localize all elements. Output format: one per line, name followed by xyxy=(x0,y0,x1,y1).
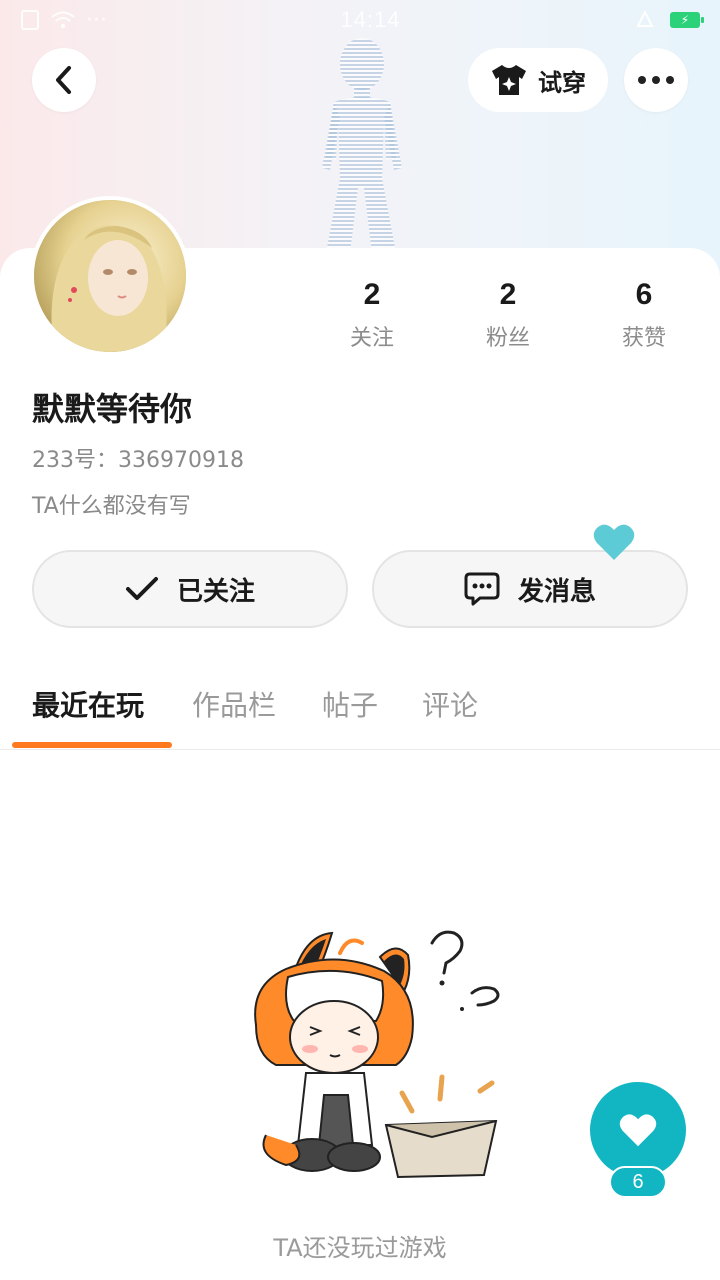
tab-comments[interactable]: 评论 xyxy=(422,684,478,724)
profile-stats: 2 关注 2 粉丝 6 获赞 xyxy=(304,278,712,352)
try-on-button[interactable]: 试穿 xyxy=(468,48,608,112)
more-button[interactable] xyxy=(624,48,688,112)
empty-state-illustration xyxy=(254,930,500,1179)
try-on-label: 试穿 xyxy=(538,68,586,97)
tab-recently-played[interactable]: 最近在玩 xyxy=(32,684,144,724)
user-id: 233号：336970918 xyxy=(32,448,244,473)
status-left: ··· xyxy=(20,8,107,33)
back-button[interactable] xyxy=(32,48,96,112)
profile-tabs: 最近在玩 作品栏 帖子 评论 xyxy=(0,680,720,750)
status-bar: ··· 14:14 ⚡ xyxy=(0,0,720,40)
status-right: ⚡ xyxy=(634,9,704,31)
stat-likes[interactable]: 6 获赞 xyxy=(576,278,712,352)
send-message-label: 发消息 xyxy=(517,576,596,607)
status-time: 14:14 xyxy=(340,7,401,32)
tab-works[interactable]: 作品栏 xyxy=(192,684,276,724)
followed-label: 已关注 xyxy=(176,576,255,607)
user-bio: TA什么都没有写 xyxy=(32,494,191,519)
tshirt-sparkle-icon xyxy=(492,65,526,95)
heart-icon xyxy=(619,1114,657,1147)
sim-icon xyxy=(21,10,39,30)
empty-state-text: TA还没玩过游戏 xyxy=(273,1234,447,1262)
stat-fans-label: 粉丝 xyxy=(485,326,530,351)
stat-following[interactable]: 2 关注 xyxy=(304,278,440,352)
stat-likes-value: 6 xyxy=(635,278,653,311)
avatar-portrait-image xyxy=(34,200,186,352)
stat-following-label: 关注 xyxy=(349,326,394,351)
send-message-button[interactable]: 发消息 xyxy=(372,550,688,628)
tab-posts[interactable]: 帖子 xyxy=(322,684,378,724)
heart-icon xyxy=(593,524,635,560)
signal-dots: ··· xyxy=(86,7,107,33)
alarm-icon xyxy=(636,9,654,27)
wifi-icon xyxy=(51,11,75,28)
followed-button[interactable]: 已关注 xyxy=(32,550,348,628)
stat-fans[interactable]: 2 粉丝 xyxy=(440,278,576,352)
avatar-3d-figure xyxy=(322,38,402,253)
more-dots-icon xyxy=(638,76,674,84)
avatar[interactable] xyxy=(30,196,190,356)
like-count-badge: 6 xyxy=(609,1166,667,1198)
chevron-left-icon xyxy=(56,66,71,94)
chat-bubble-icon xyxy=(464,572,500,606)
stat-fans-value: 2 xyxy=(499,278,517,311)
stat-likes-label: 获赞 xyxy=(621,326,666,351)
stat-following-value: 2 xyxy=(363,278,381,311)
checkmark-icon xyxy=(125,577,158,600)
tab-active-indicator xyxy=(12,742,172,748)
username: 默默等待你 xyxy=(32,390,193,428)
like-button[interactable] xyxy=(590,1082,686,1178)
battery-icon: ⚡ xyxy=(669,12,704,28)
